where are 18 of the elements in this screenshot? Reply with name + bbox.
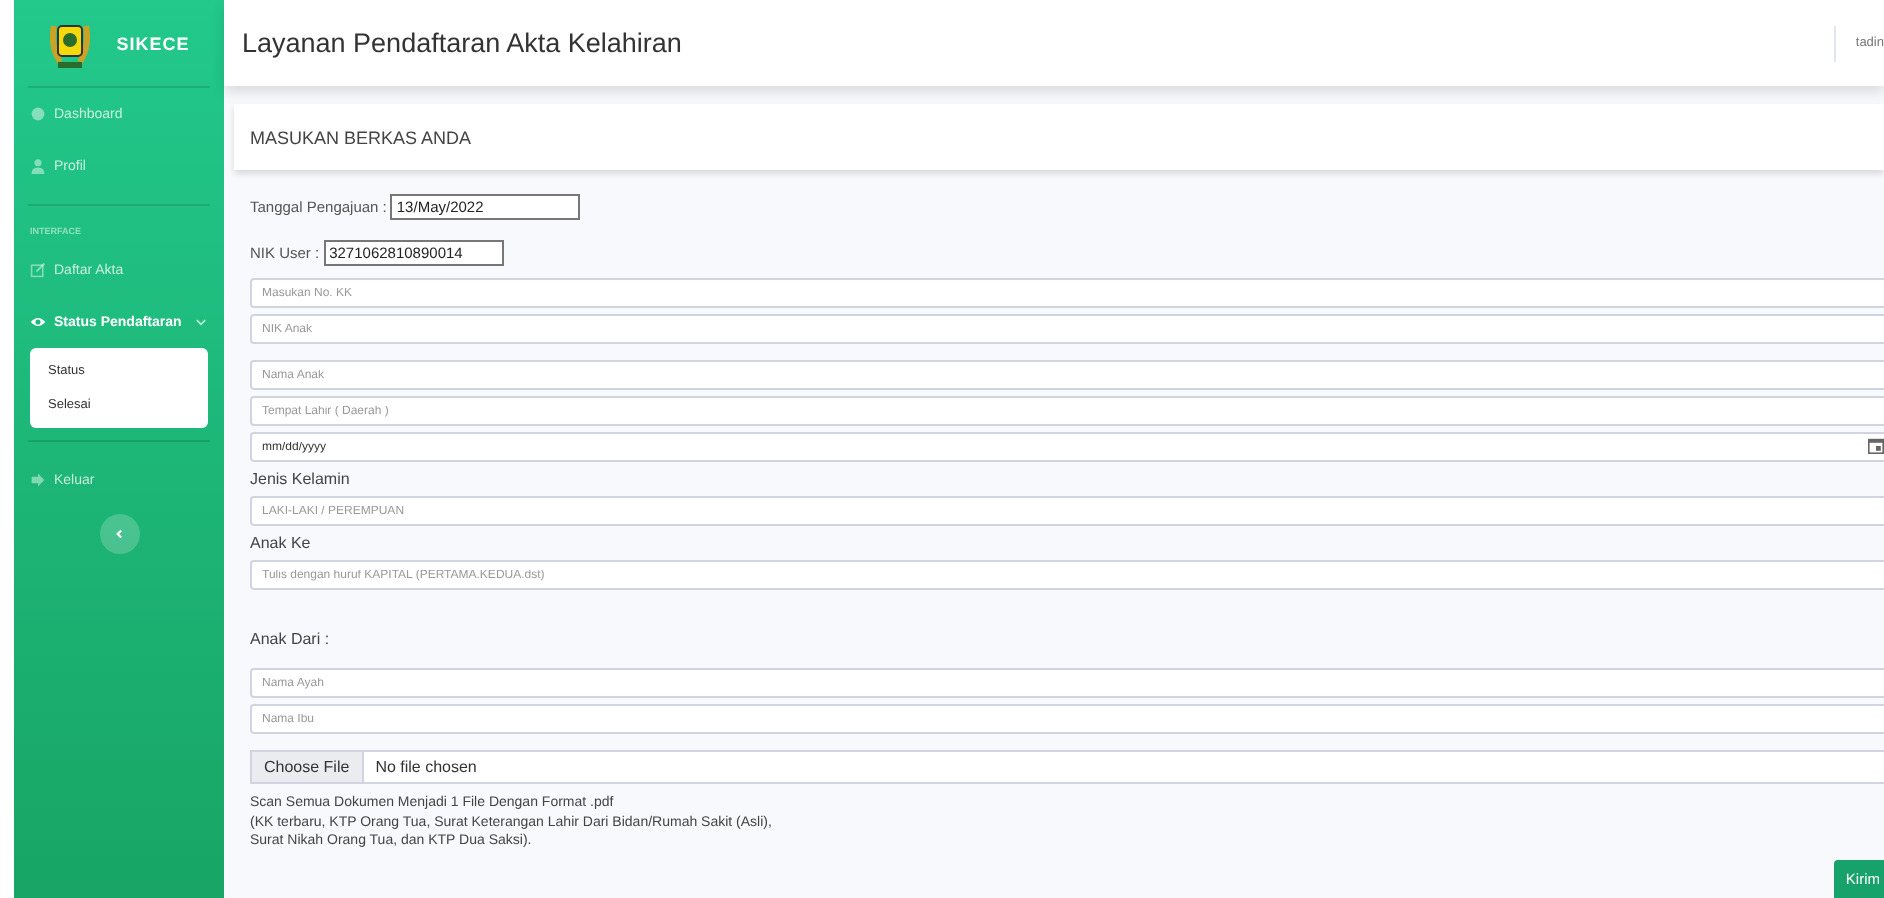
edit-icon xyxy=(30,262,46,278)
gauge-icon xyxy=(30,106,46,122)
arrow-icon xyxy=(30,472,46,488)
eye-icon xyxy=(30,314,46,330)
page-title: Layanan Pendaftaran Akta Kelahiran xyxy=(242,28,684,58)
choose-file-button[interactable]: Choose File xyxy=(252,752,364,782)
sidebar-toggle-button[interactable] xyxy=(99,514,139,554)
card-title: MASUKAN BERKAS ANDA xyxy=(250,127,472,147)
calendar-icon[interactable] xyxy=(1868,438,1884,454)
field-label: Jenis Kelamin xyxy=(250,470,352,488)
field-label: Anak Dari : xyxy=(250,630,332,648)
chevron-icon xyxy=(194,315,208,329)
chevron-icon xyxy=(113,528,125,540)
user-icon xyxy=(30,158,46,174)
file-input[interactable]: Choose File No file chosen xyxy=(250,750,1884,784)
brand-name: SIKECE xyxy=(116,33,190,53)
field-label: Anak Ke xyxy=(250,534,313,552)
file-status: No file chosen xyxy=(373,758,477,776)
